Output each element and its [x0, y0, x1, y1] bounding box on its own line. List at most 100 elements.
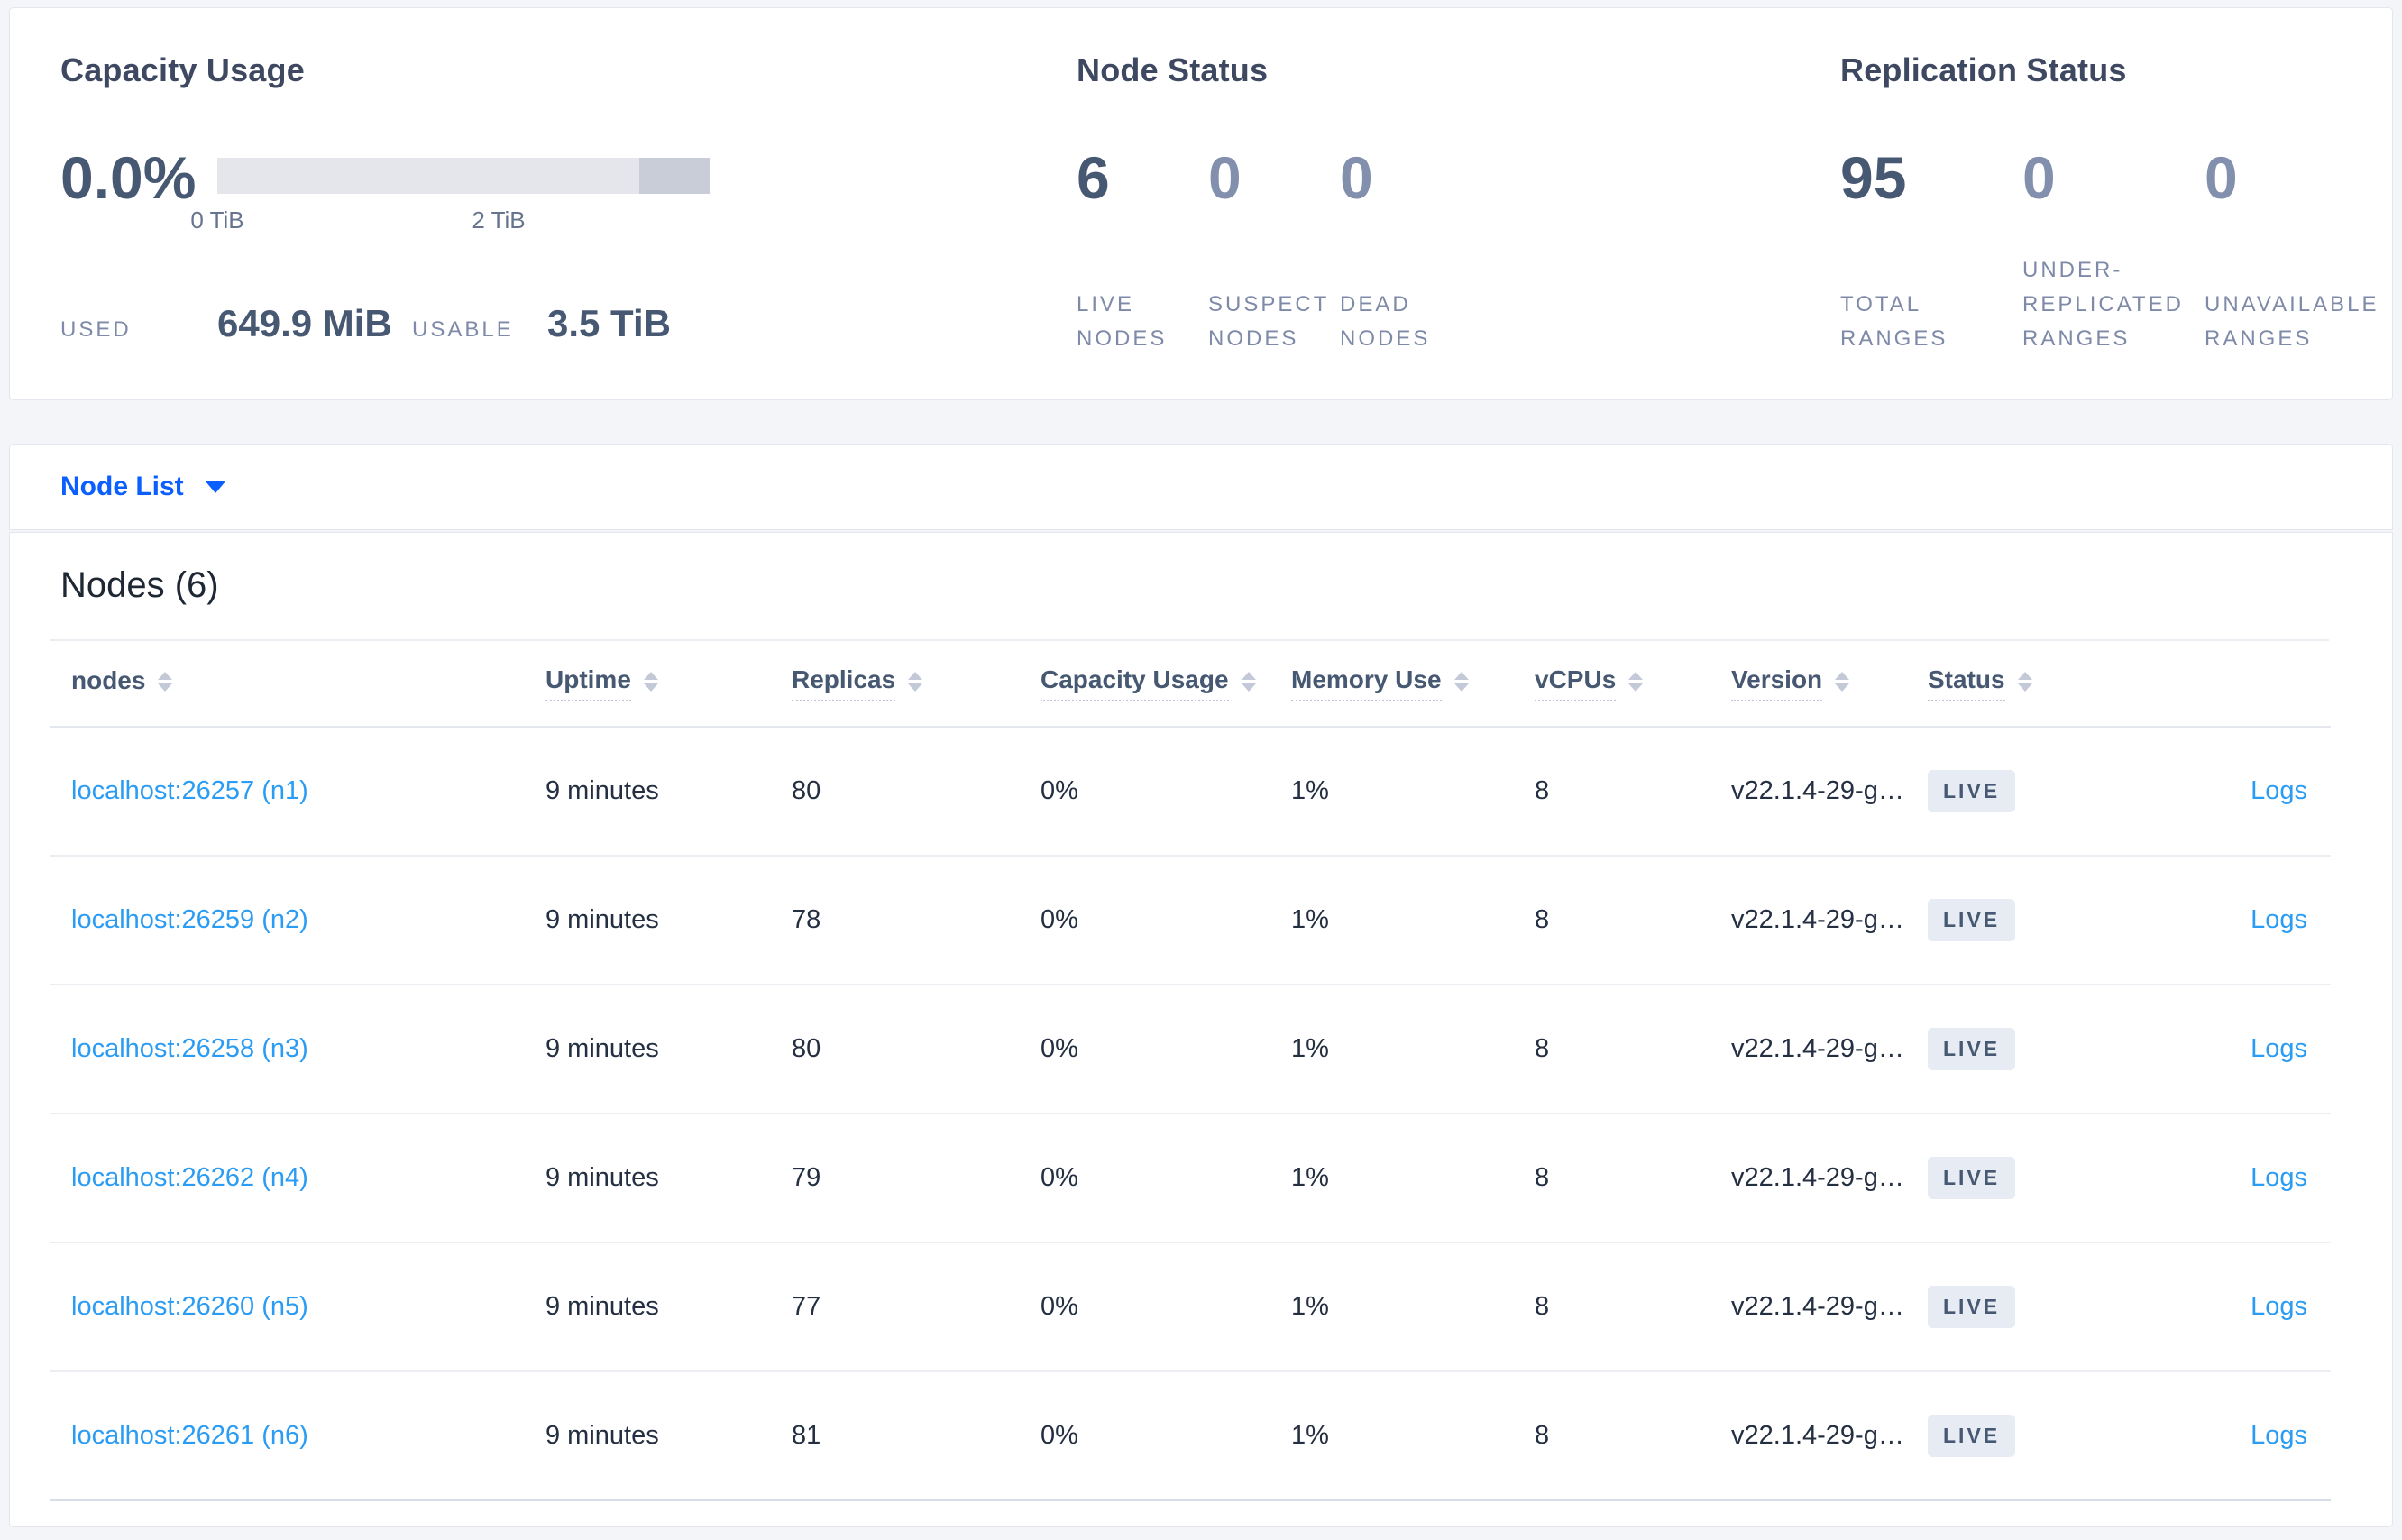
sort-icon: [1628, 672, 1644, 692]
cell-status: LIVE: [1928, 1371, 2132, 1501]
cell-memory: 1%: [1291, 1371, 1535, 1501]
stat-under-replicated-ranges: 0 UNDER-REPLICATED RANGES: [2022, 145, 2205, 356]
capacity-bar-track: [217, 158, 710, 194]
usable-value: 3.5 TiB: [547, 302, 671, 344]
column-header-uptime[interactable]: Uptime: [545, 641, 792, 728]
cell-uptime: 9 minutes: [545, 856, 792, 985]
cell-version: v22.1.4-29-g…: [1731, 1371, 1928, 1501]
stat-label: TOTAL RANGES: [1840, 292, 1948, 351]
cell-logs: Logs: [2132, 985, 2331, 1114]
cell-node: localhost:26260 (n5): [50, 1242, 545, 1372]
sort-up-arrow: [643, 672, 658, 680]
sort-down-arrow: [1835, 683, 1850, 692]
column-header-label: Capacity Usage: [1041, 665, 1229, 701]
used-value: 649.9 MiB: [217, 302, 392, 344]
column-header-version[interactable]: Version: [1731, 641, 1928, 728]
cell-capacity: 0%: [1041, 727, 1291, 857]
sort-up-arrow: [1453, 672, 1469, 680]
cell-logs: Logs: [2132, 1242, 2331, 1372]
sort-down-arrow: [643, 683, 658, 692]
table-row: localhost:26259 (n2) 9 minutes 78 0% 1% 8 v22.…: [50, 856, 2331, 985]
column-header-inner[interactable]: Status: [1928, 665, 2032, 701]
stat-label: UNDER-REPLICATED RANGES: [2022, 258, 2184, 351]
column-header-label: nodes: [71, 666, 146, 694]
table-row: localhost:26258 (n3) 9 minutes 80 0% 1% 8 v22.…: [50, 985, 2331, 1114]
table-row: localhost:26260 (n5) 9 minutes 77 0% 1% 8 v22.…: [50, 1242, 2331, 1372]
column-header-node[interactable]: nodes: [50, 641, 545, 728]
column-header-status[interactable]: Status: [1928, 641, 2132, 728]
logs-link[interactable]: Logs: [2251, 776, 2307, 805]
column-header-inner[interactable]: Memory Use: [1291, 665, 1469, 701]
table-row: localhost:26261 (n6) 9 minutes 81 0% 1% 8 v22.…: [50, 1371, 2331, 1501]
stat-unavailable-ranges: 0 UNAVAILABLE RANGES: [2205, 145, 2387, 356]
column-header-label: vCPUs: [1535, 665, 1617, 701]
column-header-capacity[interactable]: Capacity Usage: [1041, 641, 1291, 728]
column-header-inner[interactable]: Version: [1731, 665, 1850, 701]
node-link[interactable]: localhost:26259 (n2): [71, 905, 308, 934]
overview-page: Capacity Usage 0.0% 0 TiB 2 TiB USED 649.…: [0, 0, 2402, 1536]
node-link[interactable]: localhost:26261 (n6): [71, 1421, 308, 1450]
stat-value: 95: [1840, 144, 1907, 211]
stat-total-ranges: 95 TOTAL RANGES: [1840, 145, 2022, 356]
node-link[interactable]: localhost:26257 (n1): [71, 776, 308, 805]
node-list-dropdown[interactable]: Node List: [60, 472, 225, 502]
view-selector-bar: Node List: [9, 444, 2393, 530]
sort-down-arrow: [2017, 683, 2032, 692]
logs-link[interactable]: Logs: [2251, 905, 2307, 934]
column-header-label: Status: [1928, 665, 2005, 701]
column-header-inner[interactable]: nodes: [71, 666, 173, 701]
sort-icon: [158, 672, 173, 692]
cell-memory: 1%: [1291, 985, 1535, 1114]
cell-version: v22.1.4-29-g…: [1731, 856, 1928, 985]
sort-icon: [1835, 672, 1850, 692]
node-link[interactable]: localhost:26258 (n3): [71, 1034, 308, 1063]
cell-logs: Logs: [2132, 1371, 2331, 1501]
cell-uptime: 9 minutes: [545, 1114, 792, 1243]
logs-link[interactable]: Logs: [2251, 1292, 2307, 1321]
nodes-table-wrap: nodes Uptime Replicas Capacity Usage Memory …: [50, 641, 2331, 1501]
column-header-inner[interactable]: Uptime: [545, 665, 658, 701]
table-header-row: nodes Uptime Replicas Capacity Usage Memory …: [50, 641, 2331, 728]
stat-value: 0: [2022, 144, 2056, 211]
node-status-title: Node Status: [1077, 51, 1269, 88]
column-header-inner[interactable]: Replicas: [792, 665, 923, 701]
column-header-vcpus[interactable]: vCPUs: [1535, 641, 1731, 728]
column-header-label: Memory Use: [1291, 665, 1442, 701]
cell-vcpus: 8: [1535, 856, 1731, 985]
column-header-inner[interactable]: vCPUs: [1535, 665, 1644, 701]
node-list-dropdown-label: Node List: [60, 472, 184, 501]
table-row: localhost:26257 (n1) 9 minutes 80 0% 1% 8 v22.…: [50, 727, 2331, 857]
cell-vcpus: 8: [1535, 1114, 1731, 1243]
logs-link[interactable]: Logs: [2251, 1421, 2307, 1450]
cell-vcpus: 8: [1535, 985, 1731, 1114]
node-status-stats: 6 LIVE NODES 0 SUSPECT NODES 0 DEAD NODES: [1077, 145, 1829, 356]
sort-up-arrow: [2017, 672, 2032, 680]
cell-capacity: 0%: [1041, 1371, 1291, 1501]
cell-capacity: 0%: [1041, 1242, 1291, 1372]
axis-tick: 2 TiB: [472, 201, 525, 234]
capacity-usage-title: Capacity Usage: [60, 51, 305, 88]
sort-icon: [1453, 672, 1469, 692]
status-badge: LIVE: [1928, 770, 2016, 812]
cell-vcpus: 8: [1535, 1242, 1731, 1372]
stat-label: SUSPECT NODES: [1208, 292, 1329, 351]
logs-link[interactable]: Logs: [2251, 1034, 2307, 1063]
column-header-inner[interactable]: Capacity Usage: [1041, 665, 1256, 701]
sort-icon: [2017, 672, 2032, 692]
logs-link[interactable]: Logs: [2251, 1163, 2307, 1192]
column-header-memory[interactable]: Memory Use: [1291, 641, 1535, 728]
sort-up-arrow: [1241, 672, 1256, 680]
status-badge: LIVE: [1928, 1286, 2016, 1328]
replication-status-title: Replication Status: [1840, 51, 2127, 88]
node-link[interactable]: localhost:26260 (n5): [71, 1292, 308, 1321]
capacity-bar-axis: 0 TiB 2 TiB: [190, 194, 710, 252]
cell-replicas: 81: [792, 1371, 1041, 1501]
node-link[interactable]: localhost:26262 (n4): [71, 1163, 308, 1192]
cell-status: LIVE: [1928, 727, 2132, 857]
sort-up-arrow: [1835, 672, 1850, 680]
column-header-label: Replicas: [792, 665, 896, 701]
cell-status: LIVE: [1928, 985, 2132, 1114]
stat-label: UNAVAILABLE RANGES: [2205, 292, 2379, 351]
column-header-replicas[interactable]: Replicas: [792, 641, 1041, 728]
stat-suspect-nodes: 0 SUSPECT NODES: [1208, 145, 1340, 356]
